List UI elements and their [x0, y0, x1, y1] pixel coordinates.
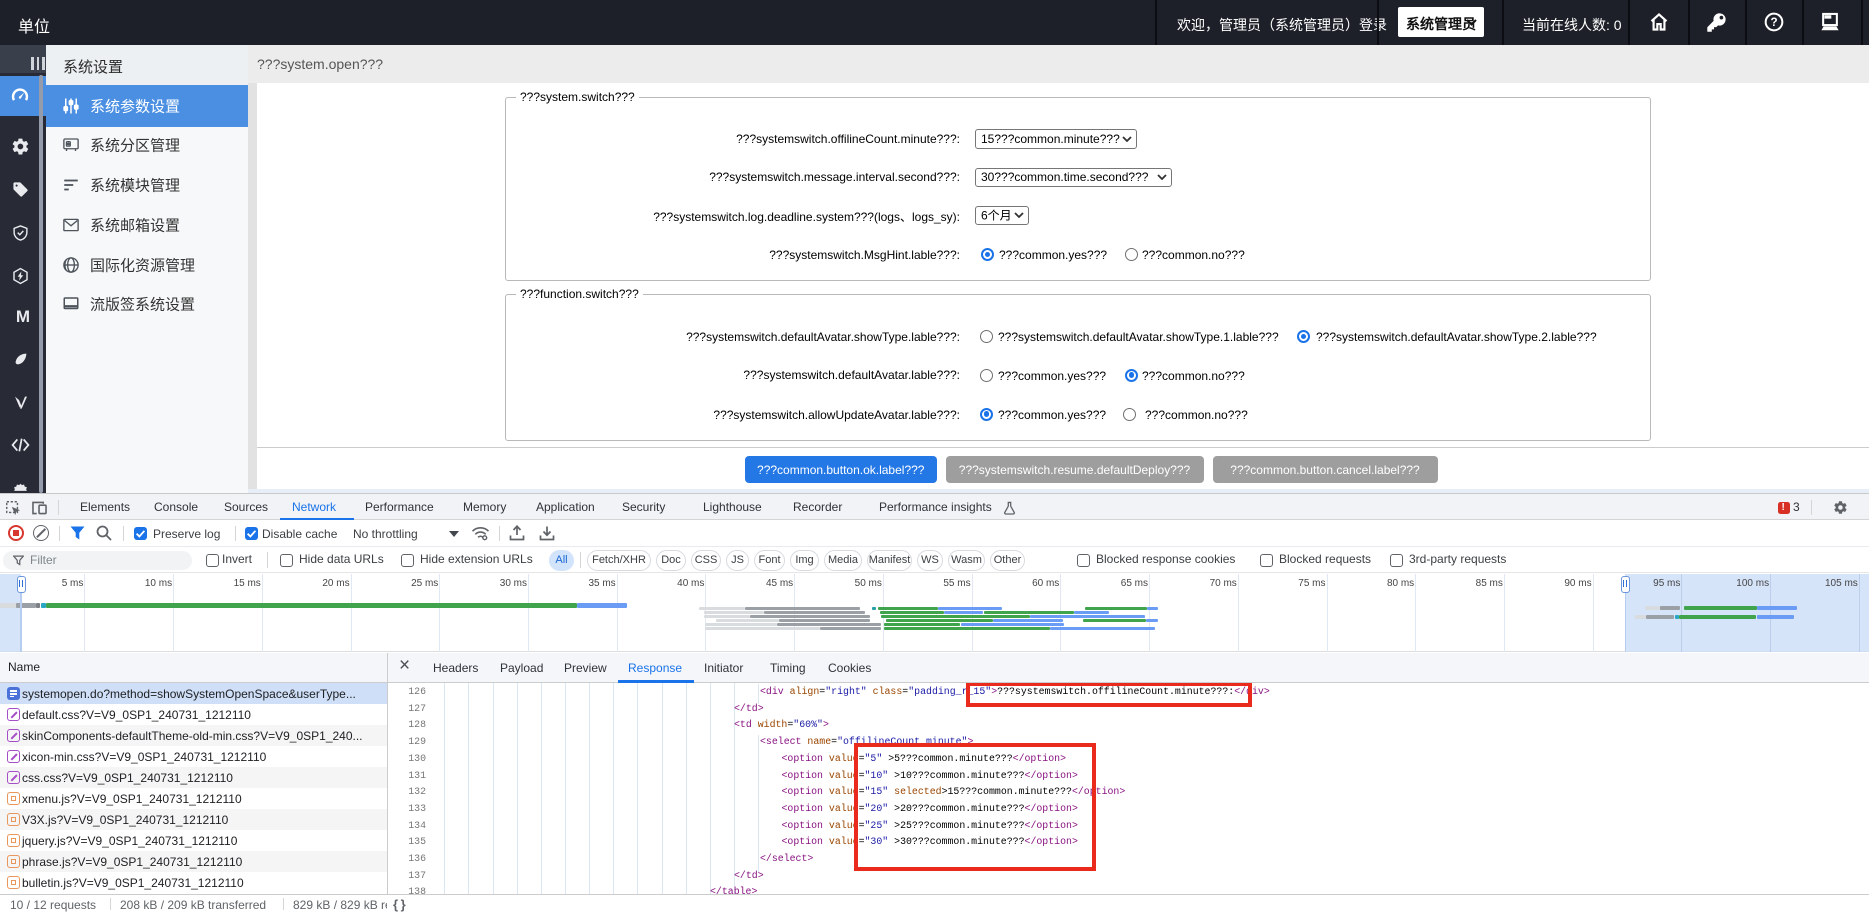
svg-text:?: ? [1770, 16, 1777, 29]
